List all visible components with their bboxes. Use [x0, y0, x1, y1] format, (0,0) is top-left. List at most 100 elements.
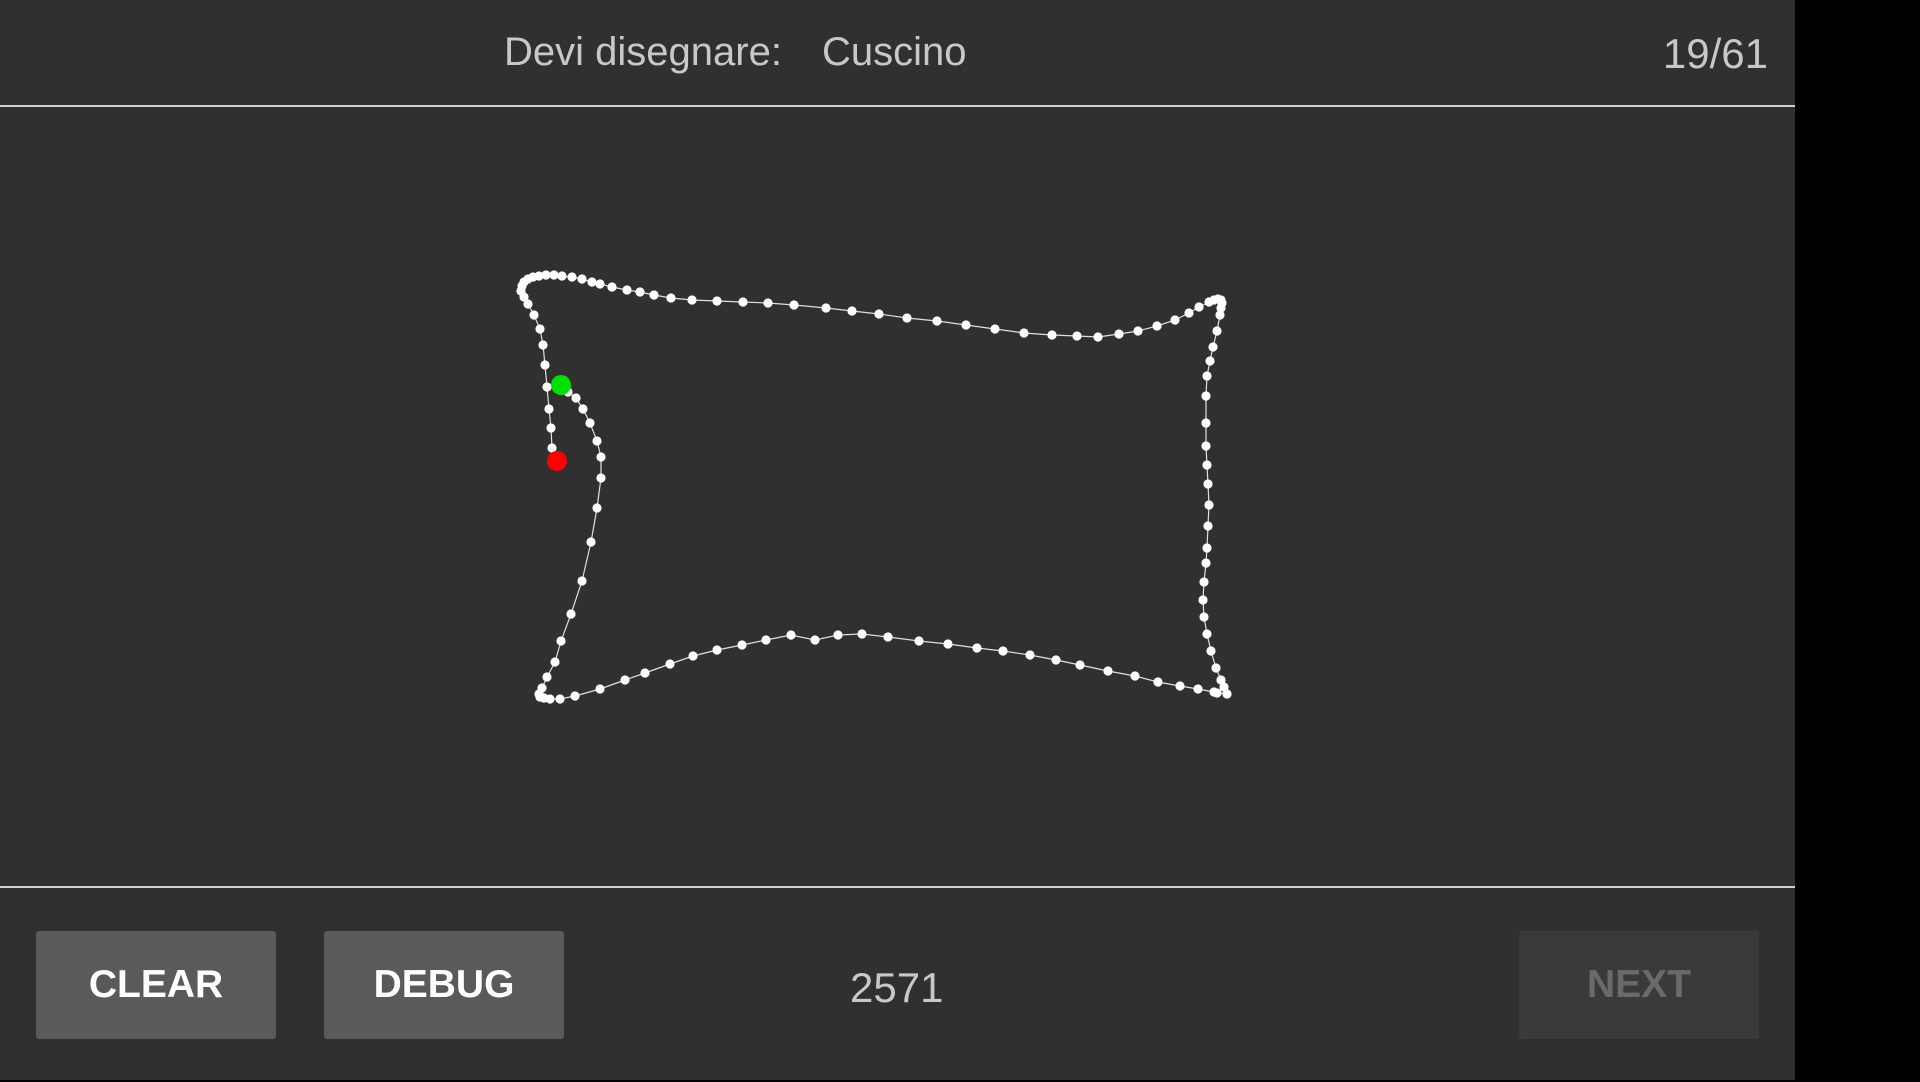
stroke-point: [635, 287, 645, 297]
stroke-point: [555, 694, 565, 704]
stroke-point: [857, 629, 867, 639]
stroke-point: [1072, 331, 1082, 341]
stroke-point: [761, 635, 771, 645]
stroke-point: [1211, 663, 1221, 673]
stroke-point: [943, 639, 953, 649]
stroke-point: [571, 393, 581, 403]
stroke-point: [1075, 660, 1085, 670]
stroke-point: [1203, 521, 1213, 531]
stroke-point: [1025, 650, 1035, 660]
stroke-point: [586, 537, 596, 547]
end-point-marker: [547, 451, 567, 471]
stroke-points: [516, 270, 1232, 704]
stroke-point: [687, 295, 697, 305]
stroke-point: [542, 672, 552, 682]
stroke-point: [688, 651, 698, 661]
stroke-point: [810, 635, 820, 645]
stroke-line: [520, 274, 1228, 700]
stroke-point: [549, 270, 559, 280]
stroke-point: [737, 640, 747, 650]
stroke-point: [1184, 308, 1194, 318]
drawing-svg[interactable]: [0, 107, 1795, 885]
stroke-point: [1170, 315, 1180, 325]
stroke-point: [1216, 675, 1226, 685]
stroke-point: [1114, 329, 1124, 339]
stroke-point: [622, 285, 632, 295]
stroke-point: [1130, 671, 1140, 681]
stroke-point: [540, 360, 550, 370]
stroke-point: [546, 423, 556, 433]
stroke-point: [1208, 342, 1218, 352]
stroke-point: [640, 668, 650, 678]
stroke-point: [595, 279, 605, 289]
app-window: Devi disegnare: Cuscino 19/61 CLEAR DEBU…: [0, 0, 1795, 1080]
stroke-point: [1051, 655, 1061, 665]
stroke-point: [529, 310, 539, 320]
clear-button[interactable]: CLEAR: [36, 931, 276, 1039]
prompt-label: Devi disegnare:: [504, 30, 782, 74]
stroke-point: [1103, 666, 1113, 676]
stroke-point: [595, 684, 605, 694]
debug-button[interactable]: DEBUG: [324, 931, 564, 1039]
next-button[interactable]: NEXT: [1519, 931, 1759, 1039]
stroke-point: [1047, 330, 1057, 340]
stroke-point: [1206, 646, 1216, 656]
stroke-point: [712, 296, 722, 306]
stroke-point: [538, 340, 548, 350]
stroke-point: [566, 609, 576, 619]
stroke-point: [1175, 681, 1185, 691]
stroke-point: [577, 274, 587, 284]
stroke-point: [763, 298, 773, 308]
stroke-point: [666, 293, 676, 303]
stroke-point: [545, 694, 555, 704]
stroke-point: [535, 324, 545, 334]
stroke-point: [620, 675, 630, 685]
drawing-canvas[interactable]: [0, 107, 1795, 885]
stroke-point: [556, 636, 566, 646]
stroke-point: [961, 320, 971, 330]
stroke-point: [1201, 441, 1211, 451]
stroke-point: [712, 645, 722, 655]
stroke-point: [833, 630, 843, 640]
stroke-point: [1194, 302, 1204, 312]
header-bar: Devi disegnare: Cuscino 19/61: [0, 0, 1795, 107]
stroke-point: [550, 657, 560, 667]
stroke-point: [1133, 326, 1143, 336]
stroke-point: [789, 300, 799, 310]
stroke-point: [1198, 595, 1208, 605]
stroke-point: [932, 316, 942, 326]
stroke-point: [1199, 612, 1209, 622]
stroke-point: [990, 324, 1000, 334]
stroke-point: [1152, 321, 1162, 331]
stroke-point: [821, 303, 831, 313]
stroke-point: [1202, 460, 1212, 470]
score-value: 2571: [850, 964, 944, 1011]
target-word: Cuscino: [822, 30, 967, 74]
stroke-point: [1201, 391, 1211, 401]
stroke-point: [544, 404, 554, 414]
stroke-point: [1202, 629, 1212, 639]
stroke-point: [874, 309, 884, 319]
stroke-point: [1202, 543, 1212, 553]
stroke-point: [570, 691, 580, 701]
stroke-point: [1202, 371, 1212, 381]
stroke-point: [577, 576, 587, 586]
stroke-point: [1204, 500, 1214, 510]
stroke-point: [592, 503, 602, 513]
stroke-point: [1199, 577, 1209, 587]
stroke-point: [902, 313, 912, 323]
stroke-point: [1201, 418, 1211, 428]
stroke-point: [1019, 328, 1029, 338]
stroke-point: [607, 282, 617, 292]
stroke-point: [557, 271, 567, 281]
footer-bar: CLEAR DEBUG 2571 NEXT: [0, 886, 1795, 1082]
stroke-point: [1205, 356, 1215, 366]
stroke-point: [786, 630, 796, 640]
progress-counter: 19/61: [1662, 30, 1768, 77]
stroke-point: [847, 306, 857, 316]
stroke-point: [1193, 684, 1203, 694]
stroke-point: [585, 418, 595, 428]
stroke-point: [1093, 332, 1103, 342]
stroke-point: [1204, 297, 1214, 307]
start-point-marker: [551, 375, 571, 395]
